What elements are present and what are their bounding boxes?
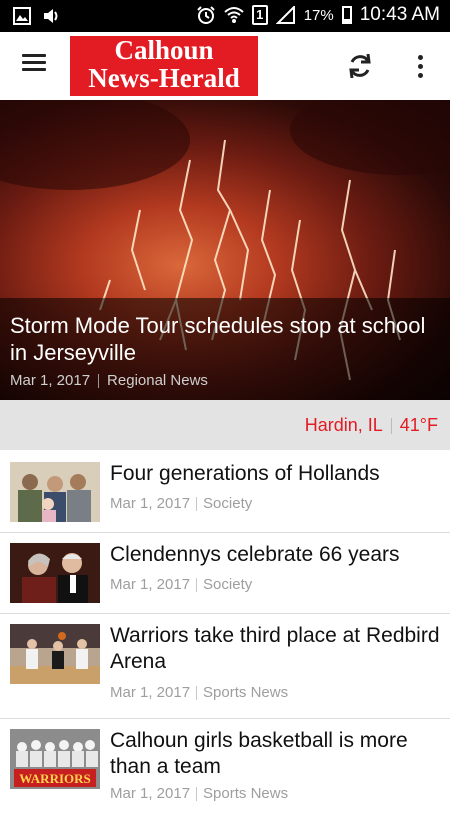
menu-icon[interactable] [22,54,48,76]
divider [390,417,392,434]
list-item[interactable]: WARRIORS Calhoun girls basketball is mor… [0,719,450,819]
list-item[interactable]: Clendennys celebrate 66 years Mar 1, 201… [0,533,450,614]
hero-category: Regional News [107,372,208,389]
app-bar: Calhoun News-Herald [0,32,450,101]
signal-icon [275,5,296,25]
volume-icon [42,6,62,26]
logo-line2: News-Herald [88,63,240,93]
article-thumbnail [10,543,100,603]
article-meta: Mar 1, 2017 Society [110,576,252,593]
divider [98,373,100,388]
article-category: Sports News [203,785,289,802]
weather-location: Hardin, IL [304,415,383,435]
article-date: Mar 1, 2017 [110,495,191,512]
sim-slot-icon: 1 [251,5,268,25]
wifi-icon [224,5,244,25]
article-list: Four generations of Hollands Mar 1, 2017… [0,450,450,819]
article-title[interactable]: Calhoun girls basketball is more than a … [110,728,440,780]
logo-line1: Calhoun [114,35,214,65]
article-thumbnail [10,462,100,522]
list-item[interactable]: Four generations of Hollands Mar 1, 2017… [0,450,450,533]
alarm-icon [196,5,216,25]
article-meta: Mar 1, 2017 Sports News [110,684,288,701]
battery-icon [341,6,352,24]
article-meta: Mar 1, 2017 Society [110,495,252,512]
hero-story[interactable]: Storm Mode Tour schedules stop at school… [0,100,450,400]
article-thumbnail [10,624,100,684]
battery-percent: 17% [303,6,334,24]
article-date: Mar 1, 2017 [110,576,191,593]
gallery-icon [12,6,32,26]
article-thumbnail: WARRIORS [10,729,100,789]
article-title[interactable]: Warriors take third place at Redbird Are… [110,623,440,675]
weather-bar: Hardin, IL 41°F [0,400,450,450]
more-options-icon[interactable] [408,50,432,82]
hero-title[interactable]: Storm Mode Tour schedules stop at school… [10,312,430,366]
list-item[interactable]: Warriors take third place at Redbird Are… [0,614,450,719]
clock: 10:43 AM [359,4,440,25]
article-title[interactable]: Clendennys celebrate 66 years [110,542,440,568]
article-date: Mar 1, 2017 [110,684,191,701]
hero-date: Mar 1, 2017 [10,372,91,389]
svg-text:WARRIORS: WARRIORS [19,771,91,786]
article-category: Society [203,495,253,512]
divider [196,786,198,801]
article-title[interactable]: Four generations of Hollands [110,461,440,487]
refresh-icon[interactable] [344,50,376,82]
divider [196,496,198,511]
divider [196,685,198,700]
article-category: Sports News [203,684,289,701]
article-meta: Mar 1, 2017 Sports News [110,785,288,802]
weather-temperature: 41°F [399,415,438,435]
article-date: Mar 1, 2017 [110,785,191,802]
weather-widget[interactable]: Hardin, IL 41°F [305,415,438,436]
status-bar: 1 17% 10:43 AM [0,0,450,32]
hero-meta: Mar 1, 2017 Regional News [10,372,208,389]
divider [196,577,198,592]
article-category: Society [203,576,253,593]
logo: Calhoun News-Herald [70,36,258,96]
